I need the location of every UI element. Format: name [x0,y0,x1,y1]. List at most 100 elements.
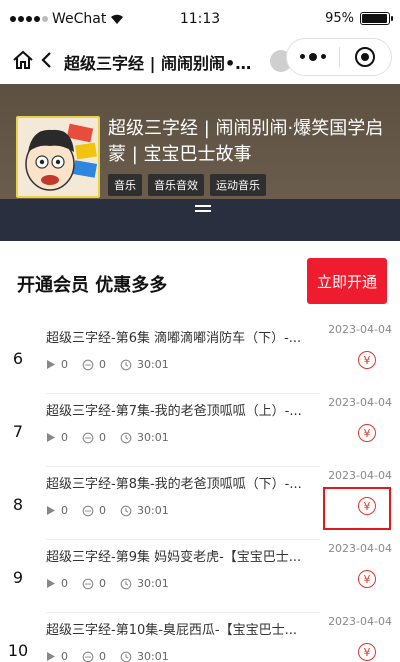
album-tags: 音乐 音乐音效 运动音乐 [108,174,266,196]
duration: 30:01 [120,650,169,662]
duration-value: 30:01 [137,650,169,662]
play-count: 0 [46,504,68,517]
back-arrow-icon[interactable] [40,49,54,71]
duration: 30:01 [120,431,169,444]
duration: 30:01 [120,504,169,517]
track-meta: 0 0 30:01 [46,358,183,371]
play-count: 0 [46,358,68,371]
track-date: 2023-04-04 [328,323,392,336]
album-cover[interactable] [16,116,100,198]
tag-sport-music[interactable]: 运动音乐 [210,174,266,196]
comment-count: 0 [82,358,106,371]
tag-music-effects[interactable]: 音乐音效 [148,174,204,196]
track-title[interactable]: 超级三字经-第6集 滴嘟滴嘟消防车（下）-... [46,327,316,346]
status-right: 95% [325,11,393,26]
play-count-value: 0 [61,431,68,444]
comment-count: 0 [82,504,106,517]
clock-icon [120,432,132,443]
comment-icon [82,432,94,443]
track-title[interactable]: 超级三字经-第9集 妈妈变老虎-【宝宝巴士... [46,546,316,565]
track-number: 7 [12,422,24,441]
comment-count: 0 [82,650,106,662]
duration-value: 30:01 [137,504,169,517]
play-count-value: 0 [61,358,68,371]
menu-lines-icon[interactable] [195,205,211,215]
clock-icon [120,359,132,370]
home-icon[interactable] [12,49,34,71]
nav-bar: 超级三字经 | 闹闹别闹•爆... [0,38,400,84]
comment-count: 0 [82,577,106,590]
paid-yuan-icon[interactable]: ¥ [358,643,376,661]
track-list: 6 超级三字经-第6集 滴嘟滴嘟消防车（下）-... 0 0 30:01 202… [0,321,400,662]
clock-icon [120,651,132,662]
play-icon [47,652,55,661]
comment-count-value: 0 [99,431,106,444]
track-row[interactable]: 6 超级三字经-第6集 滴嘟滴嘟消防车（下）-... 0 0 30:01 202… [0,321,400,394]
play-count: 0 [46,650,68,662]
play-icon [47,579,55,588]
play-icon [47,360,55,369]
clock-icon [120,505,132,516]
album-title: 超级三字经 | 闹闹别闹·爆笑国学启蒙 | 宝宝巴士故事 [108,118,384,165]
vip-banner: 开通会员 优惠多多 立即开通 [0,241,400,321]
track-meta: 0 0 30:01 [46,577,183,590]
open-vip-button[interactable]: 立即开通 [307,258,387,304]
play-count: 0 [46,431,68,444]
track-row[interactable]: 9 超级三字经-第9集 妈妈变老虎-【宝宝巴士... 0 0 30:01 202… [0,540,400,613]
tag-music[interactable]: 音乐 [108,174,142,196]
close-miniprogram-button[interactable] [339,47,391,67]
comment-count-value: 0 [99,358,106,371]
vip-promo-text: 开通会员 优惠多多 [17,275,168,296]
track-number: 10 [7,641,29,660]
track-date: 2023-04-04 [328,542,392,555]
comment-count: 0 [82,431,106,444]
duration-value: 30:01 [137,431,169,444]
play-count-value: 0 [61,650,68,662]
play-icon [47,506,55,515]
duration: 30:01 [120,577,169,590]
comment-icon [82,359,94,370]
paid-yuan-icon[interactable]: ¥ [358,570,376,588]
play-count: 0 [46,577,68,590]
track-title[interactable]: 超级三字经-第8集-我的老爸顶呱呱（下）-... [46,473,316,492]
status-bar: WeChat 11:13 95% [0,0,400,38]
paid-yuan-icon[interactable]: ¥ [358,351,376,369]
play-count-value: 0 [61,577,68,590]
album-header: 超级三字经 | 闹闹别闹·爆笑国学启蒙 | 宝宝巴士故事 音乐 音乐音效 运动音… [0,84,400,199]
highlight-box [323,487,391,530]
comment-count-value: 0 [99,650,106,662]
track-date: 2023-04-04 [328,615,392,628]
track-date: 2023-04-04 [328,469,392,482]
track-title[interactable]: 超级三字经-第10集-臭屁西瓜-【宝宝巴士... [46,619,316,638]
battery-icon [360,12,393,25]
track-row[interactable]: 7 超级三字经-第7集-我的老爸顶呱呱（上）-... 0 0 30:01 202… [0,394,400,467]
battery-percent: 95% [325,11,354,26]
collapse-bar[interactable] [0,199,400,241]
target-icon [355,47,376,67]
track-meta: 0 0 30:01 [46,650,183,662]
miniprogram-capsule [286,38,392,76]
track-row[interactable]: 10 超级三字经-第10集-臭屁西瓜-【宝宝巴士... 0 0 30:01 20… [0,613,400,662]
track-date: 2023-04-04 [328,396,392,409]
comment-count-value: 0 [99,577,106,590]
track-meta: 0 0 30:01 [46,504,183,517]
nav-title: 超级三字经 | 闹闹别闹•爆... [64,54,264,73]
play-count-value: 0 [61,504,68,517]
comment-icon [82,505,94,516]
track-number: 6 [12,349,24,368]
duration: 30:01 [120,358,169,371]
paid-yuan-icon[interactable]: ¥ [358,424,376,442]
play-icon [47,433,55,442]
battery-fill [362,14,387,23]
duration-value: 30:01 [137,358,169,371]
clock-icon [120,578,132,589]
duration-value: 30:01 [137,577,169,590]
comment-icon [82,578,94,589]
comment-count-value: 0 [99,504,106,517]
track-number: 8 [12,495,24,514]
track-title[interactable]: 超级三字经-第7集-我的老爸顶呱呱（上）-... [46,400,316,419]
track-number: 9 [12,568,24,587]
more-options-icon[interactable] [287,52,339,61]
cartoon-cover-image [18,118,98,196]
track-meta: 0 0 30:01 [46,431,183,444]
